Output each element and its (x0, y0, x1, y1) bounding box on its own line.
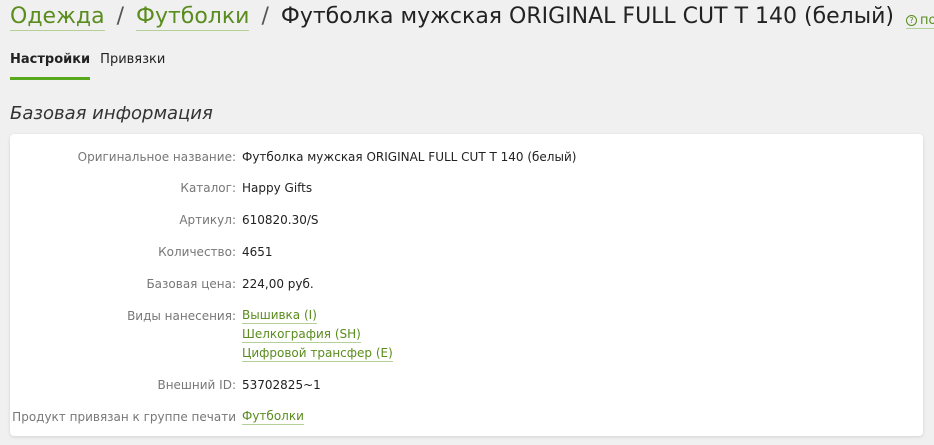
info-card: Оригинальное название: Футболка мужская … (10, 134, 923, 436)
external-id-value: 53702825~1 (242, 378, 321, 392)
section-title: Базовая информация (10, 103, 213, 124)
print-type-link-silkscreen[interactable]: Шелкография (SH) (242, 327, 361, 343)
print-type-link-digital-transfer[interactable]: Цифровой трансфер (E) (242, 346, 393, 362)
info-row-catalog: Каталог: Happy Gifts (10, 180, 923, 196)
info-row-external-id: Внешний ID: 53702825~1 (10, 377, 923, 393)
info-row-article: Артикул: 610820.30/S (10, 212, 923, 228)
base-price-label: Базовая цена: (146, 277, 236, 291)
breadcrumb-link-tshirts[interactable]: Футболки (136, 4, 250, 31)
quantity-label: Количество: (158, 245, 236, 259)
info-row-base-price: Базовая цена: 224,00 руб. (10, 276, 923, 292)
tab-bindings[interactable]: Привязки (100, 52, 165, 80)
info-row-print-group: Продукт привязан к группе печати Футболк… (10, 409, 923, 428)
info-row-print-types: Виды нанесения: Вышивка (I) Шелкография … (10, 308, 923, 365)
print-type-link-embroidery[interactable]: Вышивка (I) (242, 308, 317, 324)
article-value: 610820.30/S (242, 213, 319, 227)
base-price-value: 224,00 руб. (242, 277, 314, 291)
breadcrumb-separator: / (116, 4, 124, 29)
print-group-label: Продукт привязан к группе печати (12, 410, 236, 424)
tab-settings[interactable]: Настройки (10, 52, 91, 80)
page-title: Футболка мужская ORIGINAL FULL CUT T 140… (280, 4, 894, 29)
breadcrumb: Одежда / Футболки / Футболка мужская ORI… (10, 4, 934, 38)
info-row-quantity: Количество: 4651 (10, 244, 923, 260)
help-circle-icon: ? (906, 15, 917, 26)
print-types-label: Виды нанесения: (127, 309, 236, 323)
breadcrumb-link-clothing[interactable]: Одежда (10, 4, 105, 31)
breadcrumb-separator: / (261, 4, 269, 29)
print-types-list: Вышивка (I) Шелкография (SH) Цифровой тр… (242, 308, 393, 365)
page: Одежда / Футболки / Футболка мужская ORI… (0, 0, 934, 445)
quantity-value: 4651 (242, 245, 273, 259)
original-name-value: Футболка мужская ORIGINAL FULL CUT T 140… (242, 150, 577, 164)
article-label: Артикул: (179, 213, 236, 227)
help-label: помощь (920, 13, 934, 28)
catalog-value: Happy Gifts (242, 181, 313, 195)
external-id-label: Внешний ID: (157, 378, 236, 392)
catalog-label: Каталог: (180, 181, 236, 195)
info-row-original-name: Оригинальное название: Футболка мужская … (10, 149, 923, 165)
help-link[interactable]: ? помощь (906, 13, 934, 29)
print-group-link[interactable]: Футболки (242, 409, 304, 425)
original-name-label: Оригинальное название: (77, 150, 236, 164)
tab-bar: Настройки Привязки (10, 52, 175, 80)
